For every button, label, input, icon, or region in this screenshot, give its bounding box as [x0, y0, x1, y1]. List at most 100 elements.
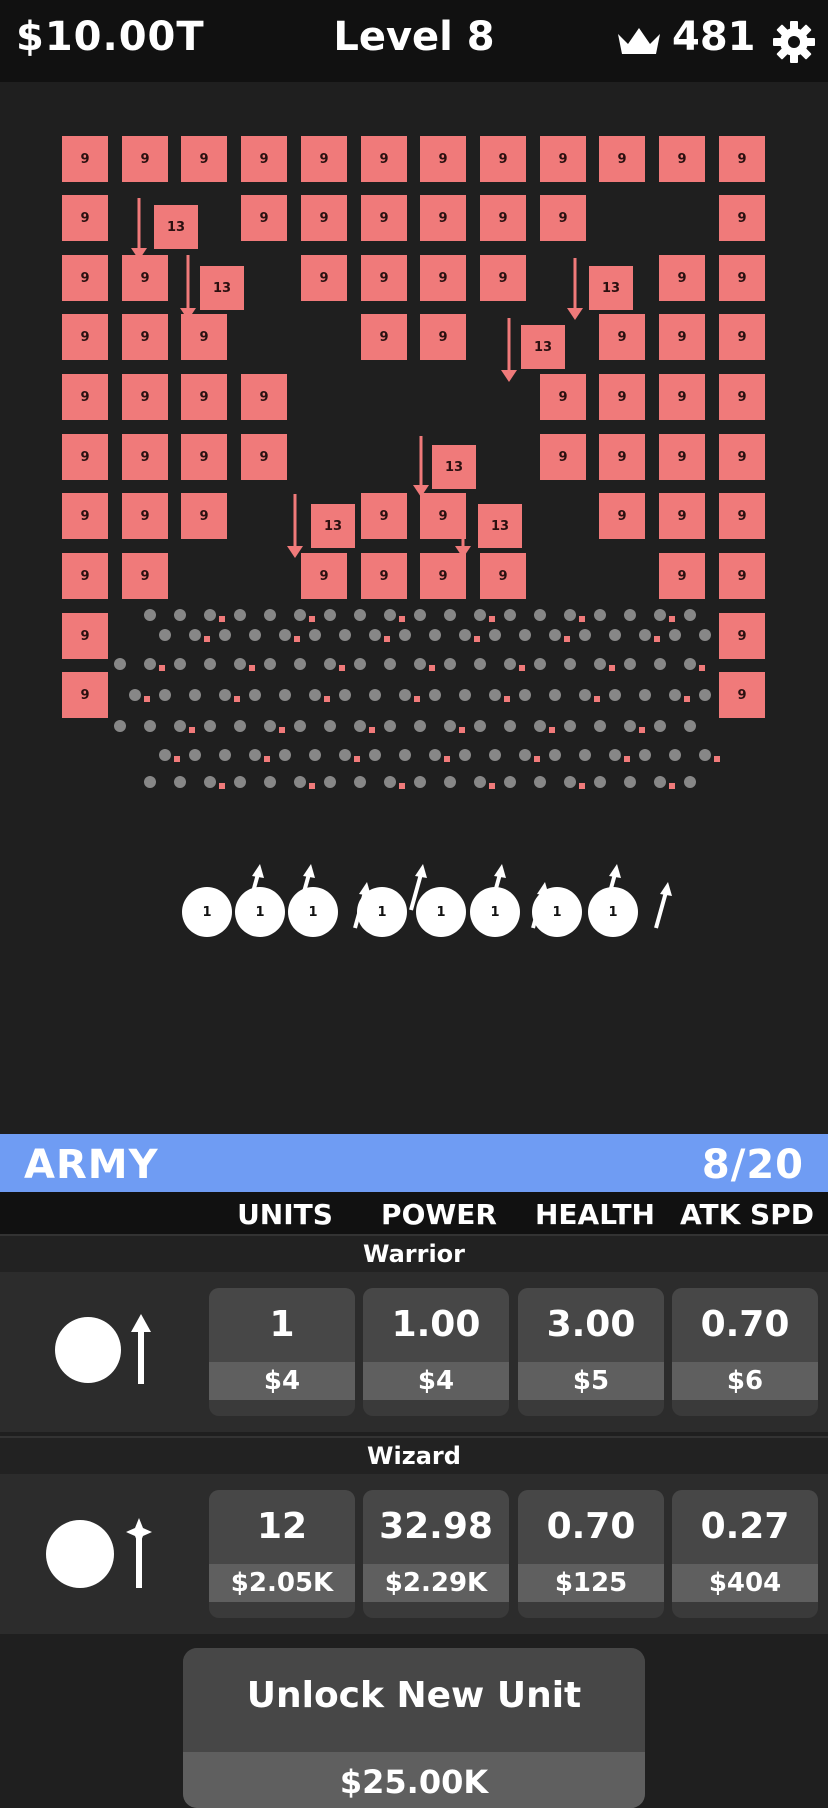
- warrior-atk-spd-upgrade-button[interactable]: 0.70 $6: [672, 1288, 818, 1416]
- brick: 9: [719, 613, 765, 659]
- brick-fragment: [549, 727, 555, 733]
- warrior-health-upgrade-button[interactable]: 3.00 $5: [518, 1288, 664, 1416]
- swarm-unit: [549, 629, 561, 641]
- army-unit: 1: [182, 887, 232, 937]
- swarm-unit: [234, 658, 246, 670]
- swarm-unit: [444, 720, 456, 732]
- brick-fragment: [489, 783, 495, 789]
- swarm-unit: [624, 609, 636, 621]
- swarm-unit: [174, 720, 186, 732]
- army-title: ARMY: [24, 1142, 159, 1188]
- army-unit: 1: [470, 887, 520, 937]
- swarm-unit: [264, 776, 276, 788]
- wizard-atk-spd-upgrade-button[interactable]: 0.27 $404: [672, 1490, 818, 1618]
- brick: 9: [420, 136, 466, 182]
- column-header-units: UNITS: [237, 1198, 333, 1231]
- swarm-unit: [429, 749, 441, 761]
- brick: 9: [420, 553, 466, 599]
- swarm-unit: [279, 629, 291, 641]
- swarm-unit: [159, 629, 171, 641]
- brick: 9: [540, 374, 586, 420]
- swarm-unit: [699, 629, 711, 641]
- swarm-unit: [264, 658, 276, 670]
- warrior-units-upgrade-button[interactable]: 1 $4: [209, 1288, 355, 1416]
- brick-fragment: [684, 696, 690, 702]
- swarm-unit: [639, 749, 651, 761]
- warrior-atk-spd-cost: $6: [672, 1362, 818, 1400]
- wizard-health-upgrade-button[interactable]: 0.70 $125: [518, 1490, 664, 1618]
- brick: 9: [122, 136, 168, 182]
- swarm-unit: [354, 720, 366, 732]
- swarm-unit: [189, 629, 201, 641]
- warrior-icon: [55, 1314, 151, 1384]
- swarm-unit: [159, 749, 171, 761]
- brick: 9: [659, 553, 705, 599]
- brick: 9: [361, 195, 407, 241]
- swarm-unit: [474, 776, 486, 788]
- swarm-unit: [504, 658, 516, 670]
- brick: 9: [241, 195, 287, 241]
- swarm-unit: [159, 689, 171, 701]
- swarm-unit: [114, 658, 126, 670]
- brick-fragment: [384, 636, 390, 642]
- brick-fragment: [624, 756, 630, 762]
- swarm-unit: [294, 609, 306, 621]
- swarm-unit: [324, 609, 336, 621]
- swarm-unit: [534, 720, 546, 732]
- brick: 9: [719, 553, 765, 599]
- swarm-unit: [504, 720, 516, 732]
- brick: 9: [361, 255, 407, 301]
- brick: 9: [62, 314, 108, 360]
- unlock-new-unit-button[interactable]: Unlock New Unit $25.00K: [183, 1648, 645, 1808]
- wizard-units-upgrade-button[interactable]: 12 $2.05K: [209, 1490, 355, 1618]
- swarm-unit: [144, 658, 156, 670]
- wizard-power-upgrade-button[interactable]: 32.98 $2.29K: [363, 1490, 509, 1618]
- swarm-unit: [414, 720, 426, 732]
- swarm-unit: [534, 776, 546, 788]
- brick: 9: [361, 314, 407, 360]
- brick: 9: [62, 613, 108, 659]
- swarm-unit: [354, 776, 366, 788]
- falling-brick: 13: [200, 266, 244, 310]
- brick: 9: [659, 255, 705, 301]
- swarm-unit: [294, 720, 306, 732]
- swarm-unit: [174, 658, 186, 670]
- brick-fragment: [279, 727, 285, 733]
- swarm-unit: [234, 720, 246, 732]
- brick: 9: [599, 434, 645, 480]
- warrior-power-upgrade-button[interactable]: 1.00 $4: [363, 1288, 509, 1416]
- brick-fragment: [654, 636, 660, 642]
- brick: 9: [719, 195, 765, 241]
- swarm-unit: [279, 749, 291, 761]
- swarm-unit: [639, 629, 651, 641]
- swarm-unit: [144, 776, 156, 788]
- swarm-unit: [609, 629, 621, 641]
- swarm-unit: [594, 658, 606, 670]
- brick-fragment: [429, 665, 435, 671]
- unlock-cost: $25.00K: [183, 1752, 645, 1808]
- swarm-unit: [654, 720, 666, 732]
- brick: 9: [540, 434, 586, 480]
- brick: 9: [719, 255, 765, 301]
- brick-fragment: [294, 636, 300, 642]
- swarm-unit: [504, 609, 516, 621]
- swarm-unit: [204, 776, 216, 788]
- swarm-unit: [669, 749, 681, 761]
- falling-arrow: [567, 258, 583, 320]
- brick: 9: [301, 136, 347, 182]
- brick: 9: [420, 493, 466, 539]
- swarm-unit: [174, 609, 186, 621]
- brick: 9: [62, 136, 108, 182]
- swarm-unit: [324, 658, 336, 670]
- warrior-atk-spd-value: 0.70: [672, 1288, 818, 1362]
- brick-fragment: [249, 665, 255, 671]
- army-unit: 1: [357, 887, 407, 937]
- gear-icon[interactable]: [772, 20, 816, 64]
- swarm-unit: [609, 749, 621, 761]
- brick: 9: [599, 493, 645, 539]
- swarm-unit: [384, 658, 396, 670]
- swarm-unit: [504, 776, 516, 788]
- brick: 9: [122, 434, 168, 480]
- wizard-label: Wizard: [0, 1436, 828, 1476]
- falling-brick: 13: [521, 325, 565, 369]
